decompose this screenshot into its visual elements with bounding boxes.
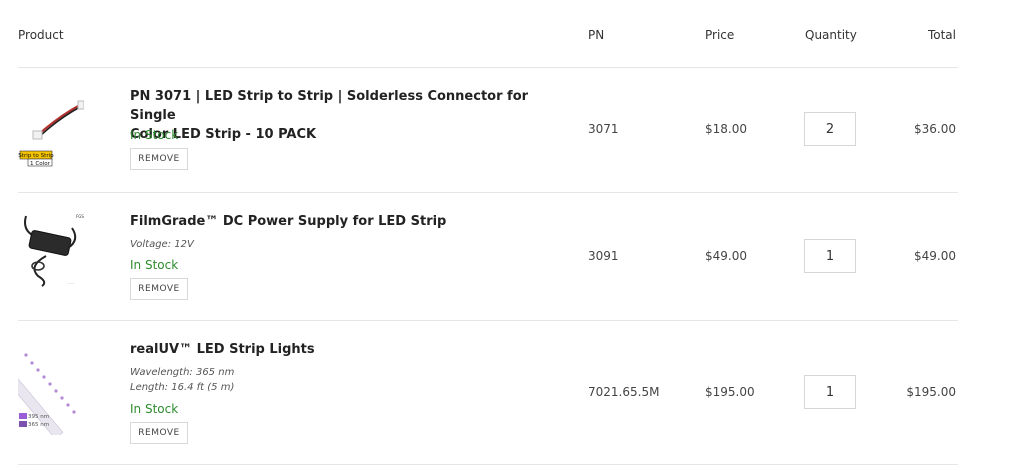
total-value: $49.00 (914, 249, 956, 263)
header-pn: PN (588, 28, 605, 42)
stock-status: In Stock (130, 128, 179, 142)
product-attribute: Length: 16.4 ft (5 m) (130, 382, 235, 393)
remove-button[interactable]: REMOVE (130, 422, 188, 444)
header-quantity: Quantity (805, 28, 857, 42)
thumb-label-365nm: 365 nm (28, 422, 49, 428)
row-divider (18, 464, 958, 465)
remove-button[interactable]: REMOVE (130, 148, 188, 170)
product-title-line-1: FilmGrade™ DC Power Supply for LED Strip (130, 214, 447, 229)
product-title-line-1: realUV™ LED Strip Lights (130, 342, 315, 357)
stock-status: In Stock (130, 258, 179, 272)
thumb-label-strip-to-strip: Strip to Strip (18, 153, 54, 159)
price-value: $18.00 (705, 122, 747, 136)
price-value: $195.00 (705, 385, 755, 399)
remove-button[interactable]: REMOVE (130, 278, 188, 300)
product-title-link[interactable]: PN 3071 | LED Strip to Strip | Solderles… (130, 87, 550, 144)
thumb-label-one-color: 1 Color (30, 161, 51, 167)
total-value: $36.00 (914, 122, 956, 136)
header-divider (18, 67, 958, 68)
quantity-input[interactable] (804, 375, 856, 409)
price-value: $49.00 (705, 249, 747, 263)
quantity-input[interactable] (804, 239, 856, 273)
header-total: Total (927, 28, 956, 42)
product-thumbnail-power-supply[interactable]: FGS - - - (18, 208, 84, 288)
header-product: Product (18, 28, 64, 42)
svg-text:- - -: - - - (68, 281, 75, 285)
stock-status: In Stock (130, 402, 179, 416)
product-attribute: Wavelength: 365 nm (130, 367, 235, 378)
pn-value: 7021.65.5M (588, 385, 660, 399)
product-title-link[interactable]: realUV™ LED Strip Lights (130, 340, 550, 359)
header-price: Price (705, 28, 735, 42)
row-divider (18, 320, 958, 321)
pn-value: 3091 (588, 249, 619, 263)
row-divider (18, 192, 958, 193)
quantity-input[interactable] (804, 112, 856, 146)
product-thumbnail-connector[interactable]: Strip to Strip 1 Color (18, 95, 85, 175)
svg-text:FGS: FGS (76, 214, 84, 219)
product-thumbnail-uv-strip[interactable]: 395 nm 365 nm (0, 345, 84, 440)
total-value: $195.00 (906, 385, 956, 399)
product-title-link[interactable]: FilmGrade™ DC Power Supply for LED Strip (130, 212, 550, 231)
product-attribute: Voltage: 12V (130, 239, 194, 250)
product-title-line-2: Color LED Strip - 10 PACK (130, 127, 317, 142)
thumb-label-395nm: 395 nm (28, 414, 49, 420)
product-title-line-1: PN 3071 | LED Strip to Strip | Solderles… (130, 89, 529, 123)
pn-value: 3071 (588, 122, 619, 136)
